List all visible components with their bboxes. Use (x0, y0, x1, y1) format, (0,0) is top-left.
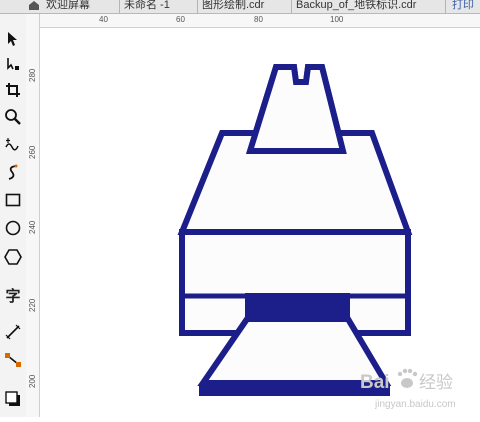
output-slot (245, 293, 350, 318)
tab-print[interactable]: 打印 (448, 0, 480, 13)
printer-drawing[interactable] (40, 28, 480, 417)
text-tool[interactable]: 字 (0, 282, 26, 308)
artistic-media-tool[interactable] (0, 159, 26, 185)
text-tool-glyph: 字 (5, 287, 21, 305)
vertical-ruler[interactable]: 280 260 240 220 200 (26, 14, 40, 417)
home-icon[interactable] (28, 0, 40, 10)
paw-icon (397, 368, 418, 388)
watermark-url: jingyan.baidu.com (374, 399, 456, 410)
rectangle-tool[interactable] (0, 187, 26, 213)
tab-backup-cdr[interactable]: Backup_of_地铁标识.cdr (292, 0, 446, 13)
connector-tool[interactable] (0, 347, 26, 373)
tab-label: Backup_of_地铁标识.cdr (296, 0, 417, 11)
dimension-line-icon (5, 324, 21, 340)
hruler-label: 60 (176, 15, 185, 24)
hruler-label: 100 (330, 15, 344, 24)
baidu-logo-icon: Bai 经验 jingyan.baidu.com (360, 368, 456, 410)
vruler-label: 240 (28, 220, 37, 234)
tab-drawing-cdr[interactable]: 图形绘制.cdr (198, 0, 292, 13)
horizontal-ruler[interactable]: 40 60 80 100 (39, 14, 480, 28)
printer-shape[interactable] (177, 64, 413, 396)
freehand-icon (5, 138, 19, 151)
hruler-label: 80 (254, 15, 263, 24)
document-tab-bar: 欢迎屏幕 未命名 -1 图形绘制.cdr Backup_of_地铁标识.cdr … (0, 0, 480, 14)
zoom-tool[interactable] (0, 104, 26, 130)
curve-icon (8, 164, 18, 180)
tab-welcome-screen[interactable]: 欢迎屏幕 (42, 0, 120, 13)
pointer-icon (8, 32, 17, 46)
vruler-label: 220 (28, 298, 37, 312)
crop-icon (6, 83, 20, 97)
vruler-label: 280 (28, 68, 37, 82)
watermark-suffix: 经验 (419, 373, 453, 393)
freehand-tool[interactable] (0, 131, 26, 157)
tab-label: 打印 (452, 0, 474, 11)
drop-shadow-tool[interactable] (0, 386, 26, 412)
magnifier-icon (5, 109, 21, 125)
vruler-label: 260 (28, 145, 37, 159)
crop-tool[interactable] (0, 77, 26, 103)
toolbox: 字 (0, 14, 27, 417)
pick-tool[interactable] (0, 26, 26, 52)
baidu-watermark: Bai 经验 jingyan.baidu.com (335, 364, 480, 417)
ellipse-tool[interactable] (0, 215, 26, 241)
paper-tray-front (245, 64, 347, 154)
watermark-brand: Bai (360, 372, 390, 393)
polygon-icon (4, 249, 22, 265)
ellipse-icon (5, 220, 21, 236)
connector-icon (5, 353, 21, 367)
hruler-label: 40 (99, 15, 108, 24)
tab-untitled[interactable]: 未命名 -1 (120, 0, 198, 13)
dimension-tool[interactable] (0, 319, 26, 345)
rectangle-icon (5, 193, 21, 207)
drawing-canvas[interactable] (40, 28, 480, 417)
polygon-tool[interactable] (0, 244, 26, 270)
tab-label: 图形绘制.cdr (202, 0, 265, 11)
node-edit-icon (7, 58, 19, 70)
tab-label: 欢迎屏幕 (46, 0, 90, 11)
drop-shadow-icon (5, 391, 20, 406)
vruler-label: 200 (28, 374, 37, 388)
tab-label: 未命名 -1 (124, 0, 170, 11)
shape-tool[interactable] (0, 51, 26, 77)
